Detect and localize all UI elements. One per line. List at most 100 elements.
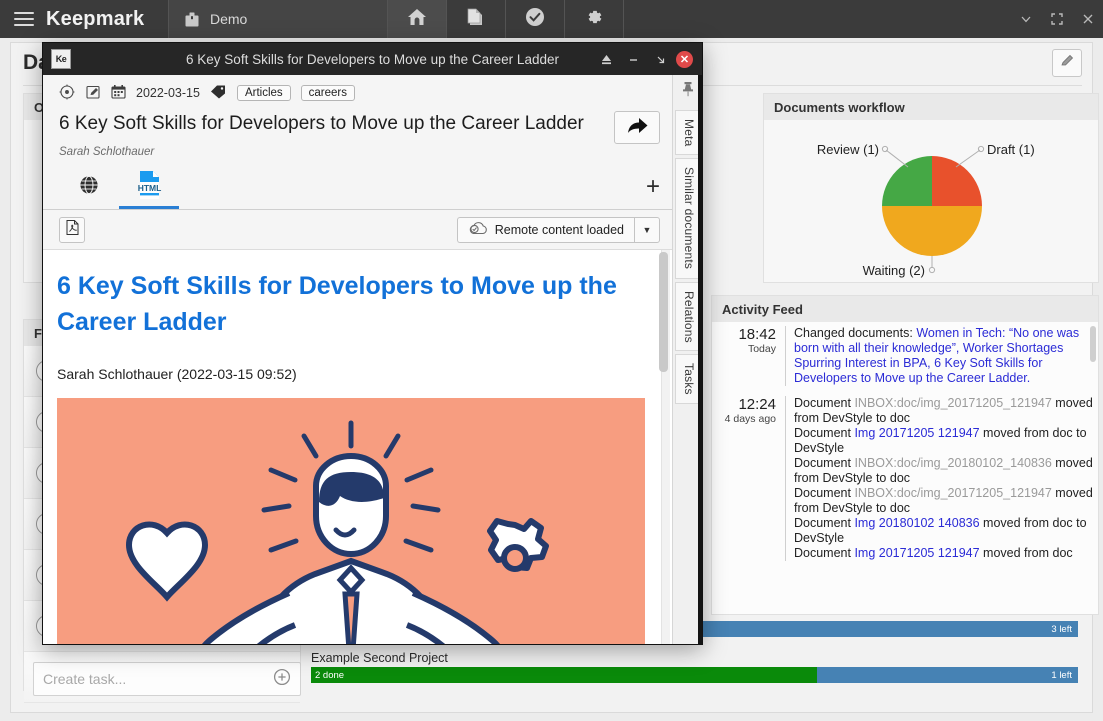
document-author: Sarah Schlothauer bbox=[43, 144, 672, 158]
activity-time-value: 12:24 bbox=[712, 396, 776, 413]
scrollbar-thumb[interactable] bbox=[659, 252, 668, 372]
remote-content-label: Remote content loaded bbox=[495, 223, 624, 237]
activity-plain-text: Document bbox=[794, 516, 854, 530]
panel-activity-feed: Activity Feed 18:42 Today Changed docume… bbox=[711, 295, 1099, 615]
remote-content-control: Remote content loaded ▼ bbox=[457, 217, 660, 243]
article-heading: 6 Key Soft Skills for Developers to Move… bbox=[57, 268, 652, 340]
progress-bar: 2 done 1 left bbox=[311, 667, 1078, 683]
activity-plain-text: Document bbox=[794, 546, 854, 560]
activity-time: 12:24 4 days ago bbox=[712, 396, 786, 561]
remote-content-button[interactable]: Remote content loaded bbox=[457, 217, 634, 243]
notebook-tab-label: Demo bbox=[210, 11, 247, 27]
chevron-down-icon[interactable] bbox=[1010, 0, 1041, 38]
chevron-down-icon[interactable]: ▼ bbox=[634, 217, 660, 243]
activity-entry: 12:24 4 days ago Document INBOX:doc/img_… bbox=[712, 392, 1098, 567]
activity-plain-text: Document bbox=[794, 396, 854, 410]
share-button[interactable] bbox=[614, 111, 660, 144]
close-icon[interactable]: ✕ bbox=[676, 51, 693, 68]
calendar-icon bbox=[111, 84, 126, 102]
fullscreen-icon[interactable] bbox=[1041, 0, 1072, 38]
activity-doc-path: INBOX:doc/img_20171205_121947 bbox=[854, 396, 1051, 410]
html-file-icon: HTML bbox=[134, 169, 164, 206]
gear-icon bbox=[584, 7, 604, 32]
cloud-check-icon bbox=[468, 221, 488, 239]
activity-plain-text: moved from doc bbox=[980, 546, 1073, 560]
document-title[interactable]: 6 Key Soft Skills for Developers to Move… bbox=[59, 111, 604, 136]
restore-icon[interactable] bbox=[649, 48, 671, 70]
activity-time-value: 18:42 bbox=[712, 326, 776, 343]
app-brand-name: Keepmark bbox=[46, 8, 144, 31]
tag-careers[interactable]: careers bbox=[301, 85, 355, 101]
activity-feed-list[interactable]: 18:42 Today Changed documents: Women in … bbox=[712, 322, 1098, 614]
pencil-icon bbox=[1060, 53, 1075, 73]
close-icon[interactable] bbox=[1072, 0, 1103, 38]
panel-documents-workflow: Documents workflow bbox=[763, 93, 1099, 283]
application-window: Keepmark Demo bbox=[0, 0, 1103, 721]
activity-plain-text: Changed documents: bbox=[794, 326, 916, 340]
window-controls bbox=[1010, 0, 1103, 38]
pie-label-review: Review (1) bbox=[817, 142, 879, 157]
side-tab-tasks[interactable]: Tasks bbox=[675, 354, 700, 404]
notebook-icon bbox=[185, 12, 199, 27]
divider bbox=[623, 0, 624, 38]
document-meta-bar: 2022-03-15 Articles careers bbox=[43, 75, 672, 105]
tag-articles[interactable]: Articles bbox=[237, 85, 291, 101]
window-scrollbar[interactable] bbox=[698, 75, 702, 644]
scrollbar-thumb[interactable] bbox=[1090, 326, 1096, 362]
eject-icon[interactable] bbox=[595, 48, 617, 70]
activity-doc-path: INBOX:doc/img_20180102_140836 bbox=[854, 456, 1051, 470]
activity-entry: 18:42 Today Changed documents: Women in … bbox=[712, 322, 1098, 392]
nav-button-documents[interactable] bbox=[447, 0, 505, 38]
document-content-area[interactable]: 6 Key Soft Skills for Developers to Move… bbox=[43, 250, 672, 644]
activity-time-ago: Today bbox=[712, 343, 776, 355]
nav-button-home[interactable] bbox=[388, 0, 446, 38]
document-window-controls: ✕ bbox=[595, 48, 702, 70]
activity-text[interactable]: Changed documents: Women in Tech: “No on… bbox=[786, 326, 1098, 386]
pin-icon[interactable] bbox=[681, 81, 695, 102]
app-icon: Ke bbox=[51, 49, 71, 69]
side-tab-relations[interactable]: Relations bbox=[675, 282, 700, 352]
notebook-tab-demo[interactable]: Demo bbox=[169, 0, 387, 38]
activity-link[interactable]: Img 20180102 140836 bbox=[854, 516, 979, 530]
progress-done-label: 2 done bbox=[311, 667, 817, 683]
content-toolbar: Remote content loaded ▼ bbox=[43, 210, 672, 250]
panel-activity-title: Activity Feed bbox=[712, 296, 1098, 322]
activity-time-ago: 4 days ago bbox=[712, 413, 776, 425]
part-tab-web[interactable] bbox=[59, 169, 119, 209]
activity-plain-text: Document bbox=[794, 486, 854, 500]
create-task-input[interactable] bbox=[43, 671, 273, 687]
activity-plain-text: Document bbox=[794, 426, 854, 440]
plus-circle-icon[interactable] bbox=[273, 668, 291, 691]
nav-button-tasks[interactable] bbox=[506, 0, 564, 38]
activity-plain-text: Document bbox=[794, 456, 854, 470]
nav-button-settings[interactable] bbox=[565, 0, 623, 38]
activity-time: 18:42 Today bbox=[712, 326, 786, 386]
create-task-field[interactable] bbox=[33, 662, 301, 696]
side-tab-meta[interactable]: Meta bbox=[675, 110, 700, 155]
panel-workflow-title: Documents workflow bbox=[764, 94, 1098, 120]
tag-icon bbox=[210, 84, 227, 102]
hamburger-icon[interactable] bbox=[14, 12, 34, 26]
document-window-body: 2022-03-15 Articles careers 6 Key Soft S… bbox=[43, 75, 702, 644]
article-byline: Sarah Schlothauer (2022-03-15 09:52) bbox=[57, 366, 652, 382]
edit-dashboard-button[interactable] bbox=[1052, 49, 1082, 77]
document-main-pane: 2022-03-15 Articles careers 6 Key Soft S… bbox=[43, 75, 672, 644]
add-part-button[interactable]: + bbox=[646, 175, 660, 209]
brand-zone: Keepmark bbox=[0, 0, 168, 38]
pdf-export-button[interactable] bbox=[59, 217, 85, 243]
activity-link[interactable]: Img 20171205 121947 bbox=[854, 426, 979, 440]
document-scrollbar[interactable] bbox=[661, 250, 670, 644]
circle-dot-icon[interactable] bbox=[59, 84, 75, 103]
check-circle-icon bbox=[524, 6, 546, 33]
documents-icon bbox=[465, 6, 487, 33]
article-illustration bbox=[57, 398, 645, 644]
side-tab-similar-documents[interactable]: Similar documents bbox=[675, 158, 700, 278]
part-tab-html[interactable]: HTML bbox=[119, 169, 179, 209]
minimize-icon[interactable] bbox=[622, 48, 644, 70]
activity-link[interactable]: Img 20171205 121947 bbox=[854, 546, 979, 560]
edit-note-icon[interactable] bbox=[85, 84, 101, 103]
document-window-titlebar[interactable]: Ke 6 Key Soft Skills for Developers to M… bbox=[43, 43, 702, 75]
progress-left-label: 1 left bbox=[817, 667, 1078, 683]
document-window: Ke 6 Key Soft Skills for Developers to M… bbox=[42, 42, 703, 645]
activity-text[interactable]: Document INBOX:doc/img_20171205_121947 m… bbox=[786, 396, 1098, 561]
